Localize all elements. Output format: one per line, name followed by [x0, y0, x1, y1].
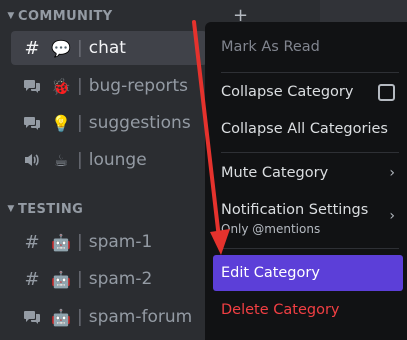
forum-icon	[21, 78, 43, 94]
channel-spam-forum[interactable]: 🤖 | spam-forum	[11, 300, 207, 334]
channel-name: spam-forum	[88, 307, 193, 327]
forum-icon	[21, 115, 43, 131]
channel-name: bug-reports	[88, 76, 189, 96]
chevron-down-icon: ▼	[7, 11, 15, 21]
speaker-icon	[21, 152, 43, 168]
menu-item-label: Notification Settings	[221, 202, 369, 218]
menu-item-collapse-all[interactable]: Collapse All Categories	[213, 111, 403, 147]
separator: |	[77, 76, 83, 96]
channel-lounge[interactable]: ☕ | lounge	[11, 143, 207, 177]
category-context-menu: Mark As Read Collapse Category Collapse …	[205, 22, 407, 340]
menu-item-label: Mark As Read	[221, 39, 320, 55]
ladybug-emoji: 🐞	[51, 76, 71, 96]
category-label: COMMUNITY	[18, 8, 113, 24]
category-testing[interactable]: ▼ TESTING	[4, 198, 83, 220]
hash-icon: #	[24, 231, 40, 253]
menu-divider	[221, 248, 399, 249]
channel-suggestions[interactable]: 💡 | suggestions	[11, 106, 207, 140]
separator: |	[77, 150, 83, 170]
channel-name: suggestions	[88, 113, 191, 133]
chevron-right-icon: ›	[389, 165, 395, 181]
forum-icon	[21, 309, 43, 325]
channel-name: spam-2	[88, 269, 153, 289]
menu-item-edit-category[interactable]: Edit Category	[213, 255, 403, 291]
channel-chat[interactable]: # 💬 | chat	[11, 31, 207, 65]
menu-divider	[221, 72, 399, 73]
separator: |	[77, 113, 83, 133]
menu-item-collapse-category[interactable]: Collapse Category	[213, 74, 403, 110]
chevron-down-icon: ▼	[7, 204, 15, 214]
menu-divider	[221, 152, 399, 153]
menu-item-mark-as-read[interactable]: Mark As Read	[213, 29, 403, 65]
channel-spam-2[interactable]: # 🤖 | spam-2	[11, 262, 207, 296]
lightbulb-emoji: 💡	[51, 113, 71, 133]
separator: |	[77, 232, 83, 252]
menu-item-label: Delete Category	[221, 302, 340, 318]
menu-item-delete-category[interactable]: Delete Category	[213, 292, 403, 328]
separator: |	[77, 269, 83, 289]
hash-icon: #	[24, 268, 40, 290]
checkbox-icon[interactable]	[378, 83, 395, 101]
hash-icon: #	[24, 37, 40, 59]
menu-item-label: Edit Category	[221, 265, 320, 281]
channel-name: chat	[88, 38, 126, 58]
menu-item-label: Collapse All Categories	[221, 121, 388, 137]
menu-item-label: Mute Category	[221, 165, 329, 181]
coffee-emoji: ☕	[53, 150, 69, 170]
speech-bubble-emoji: 💬	[51, 38, 71, 58]
channel-name: spam-1	[88, 232, 153, 252]
notification-setting-value: Only @mentions	[221, 222, 321, 236]
channel-spam-1[interactable]: # 🤖 | spam-1	[11, 225, 207, 259]
separator: |	[77, 307, 83, 327]
robot-emoji: 🤖	[51, 307, 71, 327]
menu-item-label: Collapse Category	[221, 84, 354, 100]
separator: |	[77, 38, 83, 58]
channel-name: lounge	[88, 150, 147, 170]
channel-bug-reports[interactable]: 🐞 | bug-reports	[11, 69, 207, 103]
robot-emoji: 🤖	[51, 269, 71, 289]
menu-item-mute-category[interactable]: Mute Category ›	[213, 155, 403, 191]
category-label: TESTING	[18, 201, 84, 217]
robot-emoji: 🤖	[51, 232, 71, 252]
category-community[interactable]: ▼ COMMUNITY	[4, 5, 113, 27]
chevron-right-icon: ›	[389, 208, 395, 224]
